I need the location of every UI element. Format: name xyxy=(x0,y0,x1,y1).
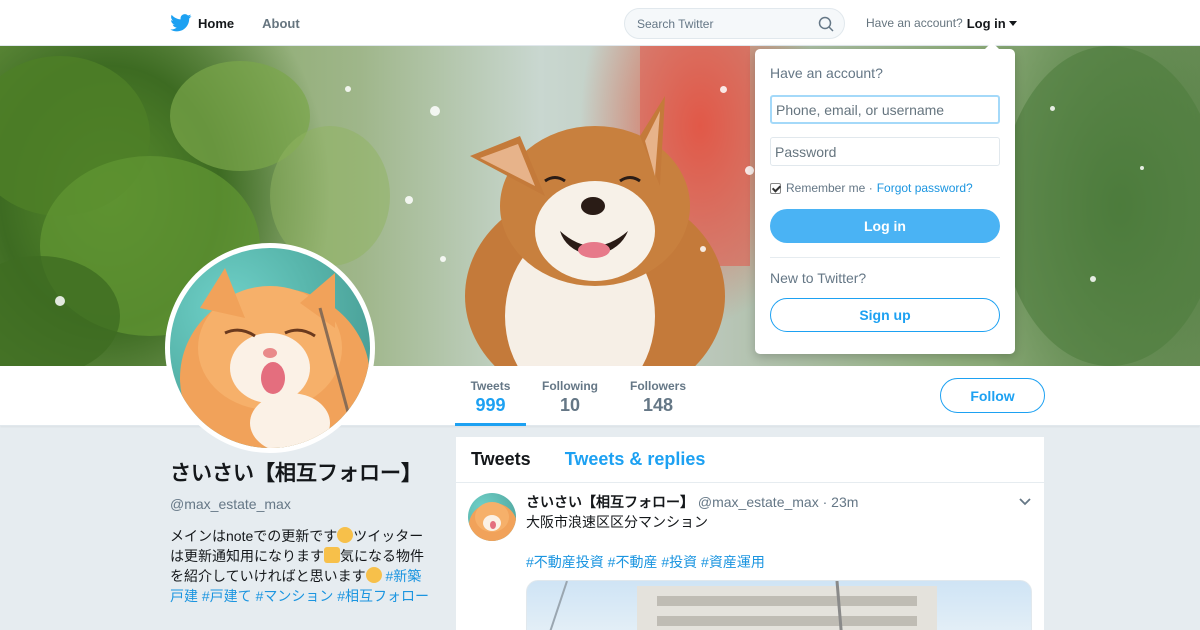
tweet-text: 大阪市浪速区区分マンション xyxy=(526,514,708,530)
remember-checkbox[interactable] xyxy=(770,182,781,194)
login-link[interactable]: Log in xyxy=(967,16,1006,31)
password-field[interactable] xyxy=(770,137,1000,166)
tweet-media[interactable] xyxy=(526,580,1032,630)
timeline-tabs: Tweets Tweets & replies xyxy=(456,437,1044,483)
smiling-face-icon xyxy=(337,527,354,543)
search-box[interactable] xyxy=(624,8,845,39)
stat-label: Following xyxy=(542,379,598,393)
chevron-down-icon[interactable] xyxy=(1018,495,1032,509)
stat-value: 999 xyxy=(475,395,506,415)
profile-card: さいさい【相互フォロー】 @max_estate_max メインはnoteでの更… xyxy=(170,460,435,606)
forgot-password-link[interactable]: Forgot password? xyxy=(877,181,973,195)
remember-label[interactable]: Remember me · xyxy=(786,181,873,195)
sparkle xyxy=(430,106,440,116)
tweet-author-handle[interactable]: @max_estate_max xyxy=(698,494,819,510)
stat-value: 10 xyxy=(559,395,581,415)
profile-name[interactable]: さいさい【相互フォロー】 xyxy=(170,460,435,488)
bio-text: メインはnoteでの更新です xyxy=(170,528,338,544)
stat-tweets[interactable]: Tweets 999 xyxy=(455,366,526,426)
divider xyxy=(770,257,1000,258)
nav-home[interactable]: Home xyxy=(170,0,234,46)
tab-tweets[interactable]: Tweets xyxy=(471,449,531,470)
login-toggle[interactable]: Have an account? Log in xyxy=(866,0,1017,46)
remember-row: Remember me · Forgot password? xyxy=(770,181,1000,195)
nav-left: Home About xyxy=(170,0,328,46)
have-account-text: Have an account? xyxy=(866,16,963,30)
winking-face-icon xyxy=(365,567,382,583)
sparkle xyxy=(745,166,754,175)
sparkle xyxy=(700,246,706,252)
tweet-author-name[interactable]: さいさい【相互フォロー】 xyxy=(526,494,694,510)
building-photo xyxy=(549,581,937,630)
sparkle xyxy=(1140,166,1144,170)
caret-down-icon xyxy=(1008,20,1017,26)
sparkle xyxy=(440,256,446,262)
stat-label: Tweets xyxy=(470,379,511,393)
nav-about[interactable]: About xyxy=(262,0,300,46)
login-button[interactable]: Log in xyxy=(770,209,1000,243)
stat-value: 148 xyxy=(642,395,674,415)
top-nav: Home About Have an account? Log in xyxy=(0,0,1200,46)
dropdown-title: Have an account? xyxy=(770,65,883,81)
sparkle xyxy=(1050,106,1055,111)
tweet[interactable]: さいさい【相互フォロー】 @max_estate_max · 23m 大阪市浪速… xyxy=(456,483,1044,630)
sparkle xyxy=(720,86,727,93)
tweet-header: さいさい【相互フォロー】 @max_estate_max · 23m xyxy=(526,493,1032,511)
stat-following[interactable]: Following 10 xyxy=(535,366,605,426)
timeline: Tweets Tweets & replies さいさい【相互フォロー】 @ma… xyxy=(456,437,1044,630)
sparkle xyxy=(405,196,413,204)
nav-home-label: Home xyxy=(198,15,235,31)
tweet-avatar[interactable] xyxy=(468,493,516,541)
tweet-hashtags[interactable]: #不動産投資 #不動産 #投資 #資産運用 xyxy=(526,552,1032,572)
search-icon[interactable] xyxy=(818,16,834,32)
cat-thumbnail xyxy=(469,502,516,541)
profile-handle[interactable]: @max_estate_max xyxy=(170,496,435,512)
login-dropdown: Have an account? Remember me · Forgot pa… xyxy=(755,42,1015,354)
nav-about-label: About xyxy=(262,15,300,31)
twitter-bird-icon xyxy=(170,14,192,32)
avatar-image xyxy=(170,248,370,448)
new-to-twitter-text: New to Twitter? xyxy=(770,270,867,286)
stat-followers[interactable]: Followers 148 xyxy=(622,366,694,426)
sparkle xyxy=(345,86,351,92)
search-input[interactable] xyxy=(637,16,807,31)
sparkle xyxy=(1090,276,1096,282)
thumbs-up-icon xyxy=(324,547,340,563)
avatar[interactable] xyxy=(165,243,375,453)
cat-picture xyxy=(180,268,370,448)
signup-button[interactable]: Sign up xyxy=(770,298,1000,332)
stat-label: Followers xyxy=(629,379,686,393)
follow-button[interactable]: Follow xyxy=(940,378,1045,413)
tweet-timestamp[interactable]: · 23m xyxy=(823,494,859,510)
profile-bio: メインはnoteでの更新です ツイッターは更新通知用になります 気になる物件を紹介し… xyxy=(170,526,435,606)
username-field[interactable] xyxy=(770,95,1000,124)
sparkle xyxy=(55,296,65,306)
tab-tweets-and-replies[interactable]: Tweets & replies xyxy=(565,449,706,470)
